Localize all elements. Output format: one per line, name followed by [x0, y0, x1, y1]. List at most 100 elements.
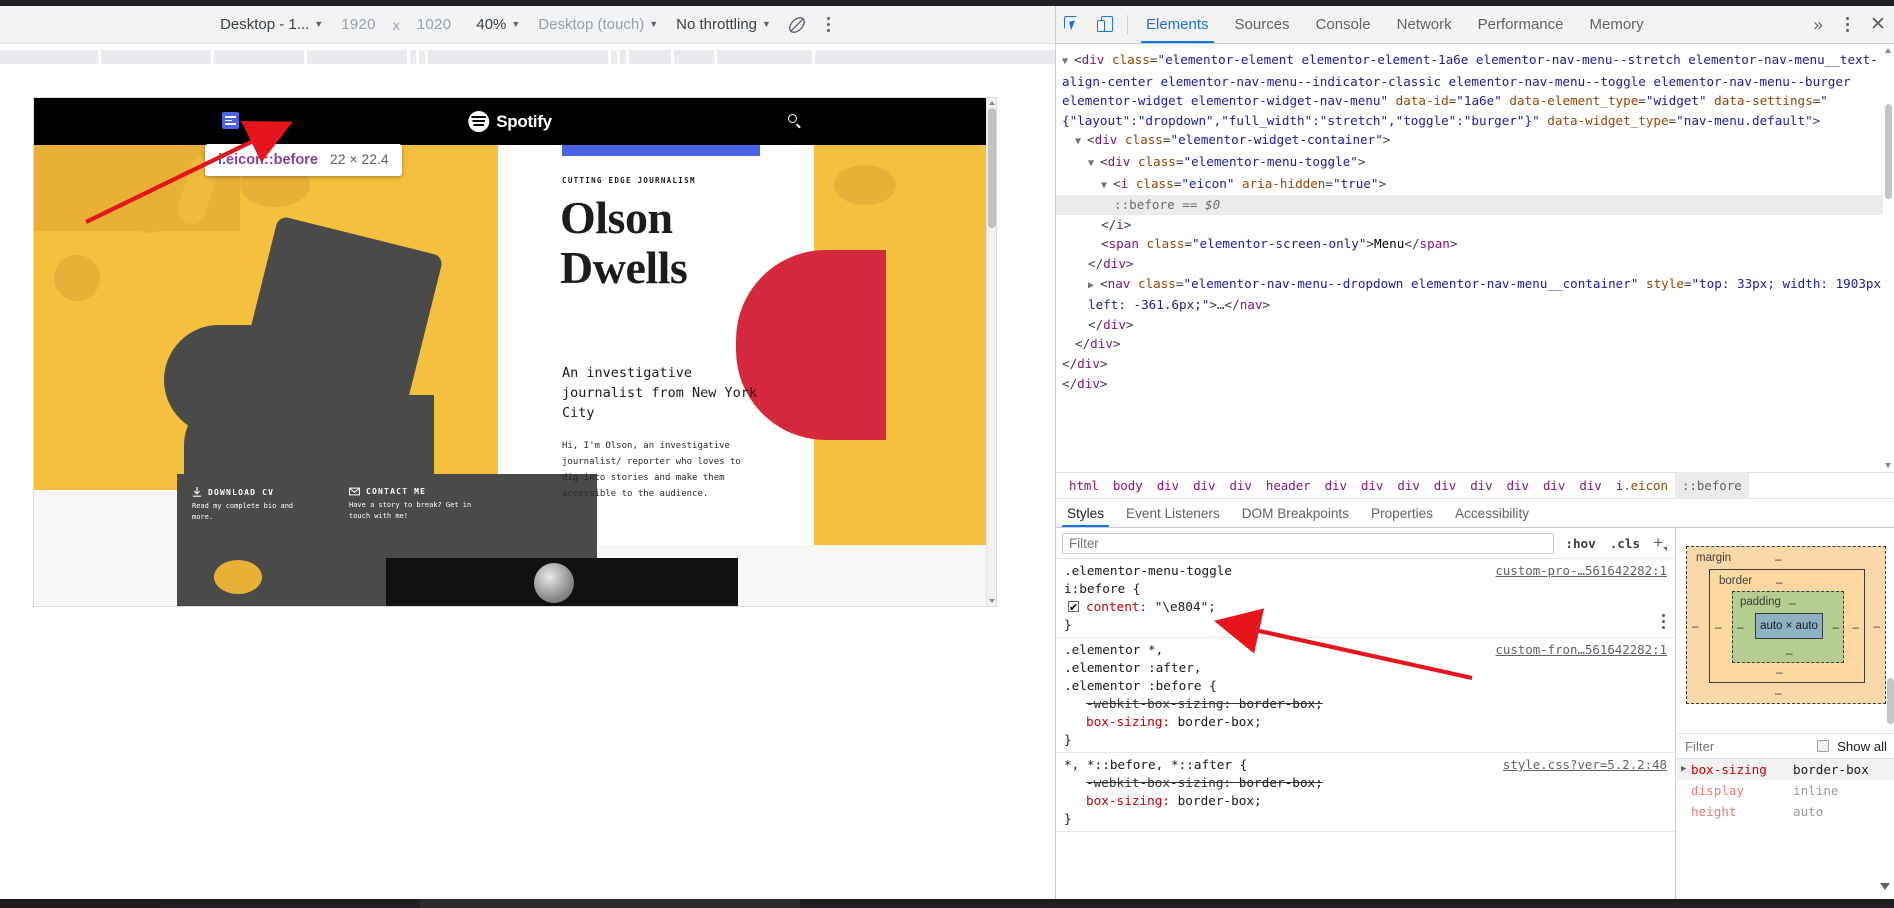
disclosure-triangle-icon[interactable]: ▶: [1088, 280, 1100, 291]
dom-tree-node[interactable]: </div>: [1056, 354, 1894, 374]
style-declaration[interactable]: box-sizing: border-box;: [1064, 792, 1667, 810]
box-model-content[interactable]: auto × auto: [1755, 613, 1823, 639]
style-declaration[interactable]: content: "\e804";: [1064, 598, 1667, 617]
declaration-value[interactable]: "\e804";: [1155, 599, 1216, 614]
dom-tree-node[interactable]: <span class="elementor-screen-only">Menu…: [1056, 234, 1894, 254]
declaration-property[interactable]: box-sizing:: [1086, 714, 1178, 729]
scroll-up-arrow[interactable]: [1885, 48, 1891, 53]
scroll-down-arrow[interactable]: [1885, 463, 1891, 468]
dom-tree-node[interactable]: ▼ <i class="eicon" aria-hidden="true">: [1056, 174, 1894, 196]
download-cv-card[interactable]: DOWNLOAD CV Read my complete bio and mor…: [192, 487, 317, 523]
breadcrumb-item[interactable]: div: [1318, 472, 1354, 499]
zoom-selector[interactable]: 40% ▼: [460, 6, 529, 44]
new-style-rule-button[interactable]: +: [1651, 533, 1669, 553]
border-right-value[interactable]: –: [1852, 620, 1859, 634]
declaration-property[interactable]: content:: [1086, 599, 1155, 614]
breadcrumb-item[interactable]: div: [1222, 472, 1258, 499]
dom-tree-node[interactable]: ▶ <nav class="elementor-nav-menu--dropdo…: [1056, 274, 1894, 315]
more-tabs-button[interactable]: »: [1804, 6, 1833, 43]
hov-toggle-button[interactable]: :hov: [1562, 536, 1598, 551]
dom-tree-node[interactable]: </div>: [1056, 254, 1894, 274]
declaration-value[interactable]: border-box;: [1178, 793, 1262, 808]
declaration-value[interactable]: border-box;: [1178, 714, 1262, 729]
device-toolbar-button[interactable]: [1089, 6, 1122, 43]
computed-property-row[interactable]: height auto: [1677, 801, 1894, 822]
box-model-border[interactable]: border – – – – padding – – – – auto × au…: [1709, 569, 1865, 683]
tab-styles[interactable]: Styles: [1056, 499, 1115, 527]
dom-tree-node[interactable]: ▼ <div class="elementor-widget-container…: [1056, 130, 1894, 152]
margin-top-value[interactable]: –: [1775, 552, 1782, 566]
breadcrumb-item[interactable]: ::before: [1674, 472, 1749, 499]
show-all-checkbox[interactable]: [1817, 740, 1830, 752]
scrollbar-thumb[interactable]: [988, 108, 996, 228]
styles-filter-input[interactable]: Filter: [1062, 532, 1555, 554]
tab-memory[interactable]: Memory: [1577, 6, 1657, 43]
breadcrumb-item[interactable]: div: [1500, 472, 1536, 499]
border-left-value[interactable]: –: [1715, 620, 1722, 634]
breadcrumb-item[interactable]: html: [1062, 472, 1106, 499]
viewport-scrollbar[interactable]: [986, 98, 996, 606]
border-top-value[interactable]: –: [1776, 575, 1783, 589]
dom-tree-node[interactable]: ::before == $0: [1056, 195, 1894, 215]
disclosure-triangle-icon[interactable]: ▼: [1075, 136, 1087, 147]
dom-tree-node[interactable]: ▼ <div class="elementor-menu-toggle">: [1056, 152, 1894, 174]
device-selector[interactable]: Desktop - 1... ▼: [211, 6, 332, 44]
devtools-settings-button[interactable]: [1833, 6, 1861, 43]
style-declaration[interactable]: -webkit-box-sizing: border-box;: [1064, 774, 1667, 792]
scroll-up-arrow[interactable]: [989, 101, 995, 105]
dom-tree[interactable]: ▼ <div class="elementor-element elemento…: [1056, 44, 1894, 472]
tab-console[interactable]: Console: [1303, 6, 1384, 43]
close-devtools-button[interactable]: ✕: [1861, 6, 1894, 43]
padding-bottom-value[interactable]: –: [1786, 646, 1793, 660]
style-rule-origin-link[interactable]: custom-fron…561642282:1: [1495, 641, 1667, 659]
scrollbar-thumb[interactable]: [1887, 678, 1894, 724]
tab-network[interactable]: Network: [1384, 6, 1465, 43]
disclosure-triangle-icon[interactable]: ▼: [1088, 158, 1100, 169]
disclosure-triangle-icon[interactable]: ▶: [1681, 759, 1691, 780]
margin-left-value[interactable]: –: [1692, 619, 1699, 633]
disclosure-triangle-icon[interactable]: ▼: [1062, 56, 1074, 67]
breadcrumb-item[interactable]: div: [1186, 472, 1222, 499]
breadcrumb-item[interactable]: div: [1536, 472, 1572, 499]
rotate-device-button[interactable]: [780, 6, 814, 44]
padding-right-value[interactable]: –: [1832, 620, 1839, 634]
contact-me-card[interactable]: CONTACT ME Have a story to break? Get in…: [349, 487, 494, 522]
hamburger-menu-icon[interactable]: [222, 112, 239, 129]
viewport-height-input[interactable]: 1020: [408, 6, 461, 44]
search-icon[interactable]: [788, 114, 801, 129]
declaration-property[interactable]: -webkit-box-sizing:: [1086, 696, 1239, 711]
declaration-property[interactable]: box-sizing:: [1086, 793, 1178, 808]
declaration-value[interactable]: border-box;: [1239, 775, 1323, 790]
viewport-width-input[interactable]: 1920: [332, 6, 385, 44]
tab-sources[interactable]: Sources: [1222, 6, 1303, 43]
style-declaration[interactable]: -webkit-box-sizing: border-box;: [1064, 695, 1667, 713]
throttling-selector[interactable]: No throttling ▼: [667, 6, 780, 44]
declaration-value[interactable]: border-box;: [1239, 696, 1323, 711]
dom-tree-node[interactable]: </div>: [1056, 334, 1894, 354]
scrollbar-thumb[interactable]: [1885, 104, 1892, 199]
computed-scrollbar[interactable]: [1886, 528, 1894, 733]
breadcrumb-item[interactable]: div: [1427, 472, 1463, 499]
device-toolbar-more-button[interactable]: [814, 6, 844, 44]
breadcrumb-item[interactable]: header: [1259, 472, 1318, 499]
dom-tree-node[interactable]: </div>: [1056, 374, 1894, 394]
breadcrumb-item[interactable]: div: [1390, 472, 1426, 499]
style-rule-origin-link[interactable]: custom-pro-…561642282:1: [1495, 562, 1667, 580]
style-declaration[interactable]: box-sizing: border-box;: [1064, 713, 1667, 731]
tab-event-listeners[interactable]: Event Listeners: [1115, 499, 1231, 527]
style-rule-origin-link[interactable]: style.css?ver=5.2.2:48: [1503, 756, 1667, 774]
breadcrumb-item[interactable]: i .eicon: [1609, 472, 1675, 499]
scroll-down-arrow[interactable]: [1880, 883, 1890, 890]
breadcrumb-item[interactable]: div: [1463, 472, 1499, 499]
padding-left-value[interactable]: –: [1737, 620, 1744, 634]
user-agent-selector[interactable]: Desktop (touch) ▼: [529, 6, 667, 44]
breadcrumb[interactable]: html body div div div header div div div div div di…: [1056, 472, 1894, 499]
inspect-element-button[interactable]: [1056, 6, 1089, 43]
disclosure-triangle-icon[interactable]: ▼: [1101, 180, 1113, 191]
box-model-padding[interactable]: padding – – – – auto × auto: [1732, 591, 1844, 663]
computed-property-row[interactable]: ▶ box-sizing border-box: [1677, 759, 1894, 780]
tab-elements[interactable]: Elements: [1133, 6, 1222, 43]
border-bottom-value[interactable]: –: [1776, 665, 1783, 679]
breadcrumb-item[interactable]: body: [1106, 472, 1150, 499]
dom-tree-scrollbar[interactable]: [1883, 44, 1894, 472]
